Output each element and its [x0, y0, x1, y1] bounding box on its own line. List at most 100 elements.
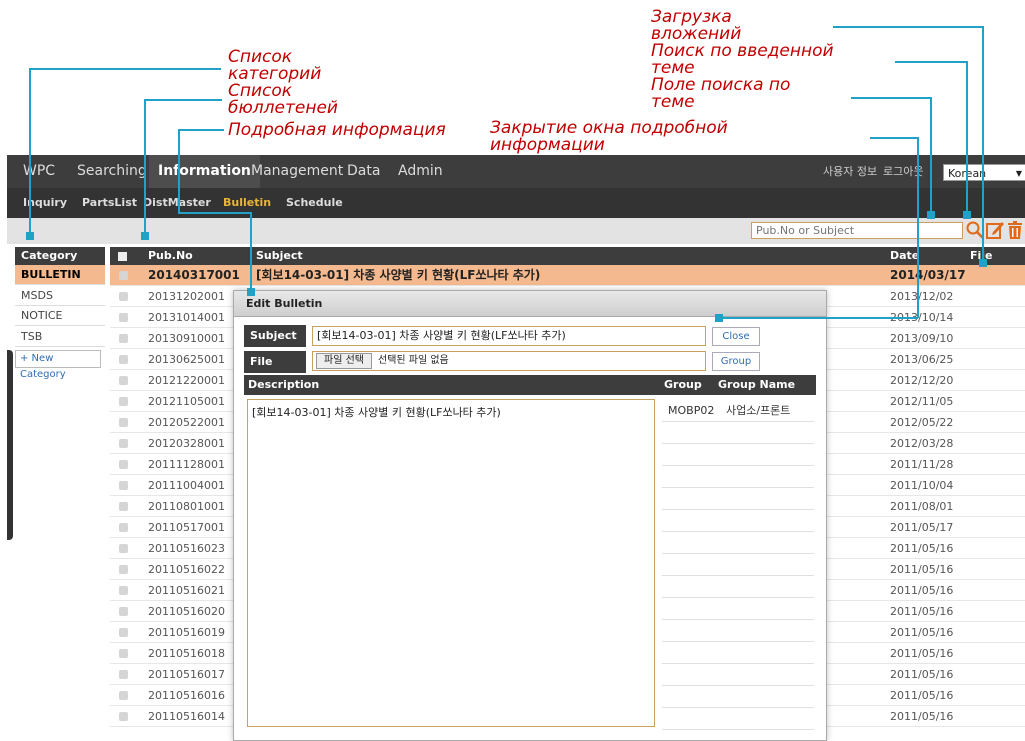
group-row: [662, 686, 814, 708]
group-row: [662, 422, 814, 444]
row-pub-no: 20110516019: [148, 626, 225, 639]
sidebar-handle[interactable]: [7, 350, 13, 540]
category-item-msds[interactable]: MSDS: [15, 286, 105, 306]
group-row: [662, 554, 814, 576]
user-info-link[interactable]: 사용자 정보: [823, 155, 877, 188]
nav-wpc[interactable]: WPC: [23, 155, 55, 188]
category-item-tsb[interactable]: TSB: [15, 327, 105, 347]
row-checkbox[interactable]: [119, 523, 128, 532]
row-checkbox[interactable]: [119, 334, 128, 343]
chevron-down-icon: ▼: [1015, 169, 1022, 178]
nav-data[interactable]: Data: [347, 155, 380, 188]
callout-dot: [963, 211, 971, 219]
file-label: File: [244, 351, 306, 373]
nav-information[interactable]: Information: [149, 155, 260, 188]
row-checkbox[interactable]: [119, 397, 128, 406]
row-pub-no: 20131014001: [148, 311, 225, 324]
row-pub-no: 20110516016: [148, 689, 225, 702]
callout-line: [982, 26, 984, 262]
row-pub-no: 20120522001: [148, 416, 225, 429]
file-status-text: 선택된 파일 없음: [378, 355, 449, 366]
trash-icon[interactable]: [1005, 220, 1025, 240]
subnav-partslist[interactable]: PartsList: [82, 188, 137, 218]
new-category-button[interactable]: + New Category: [15, 350, 101, 380]
table-row[interactable]: 20140317001 [회보14-03-01] 차종 사양별 키 현황(LF쏘나…: [110, 265, 1025, 286]
close-button[interactable]: Close: [712, 327, 760, 346]
row-checkbox[interactable]: [119, 460, 128, 469]
row-date: 2012/05/22: [890, 416, 954, 429]
sub-navigation: Inquiry PartsList DistMaster Bulletin Sc…: [7, 188, 1025, 218]
file-choose-button[interactable]: 파일 선택: [316, 353, 372, 369]
row-checkbox[interactable]: [119, 439, 128, 448]
row-pub-no: 20111004001: [148, 479, 225, 492]
callout-dot: [715, 314, 723, 322]
callout-line: [144, 99, 222, 101]
row-pub-no: 20130625001: [148, 353, 225, 366]
group-row: [662, 642, 814, 664]
row-date: 2012/11/05: [890, 395, 954, 408]
callout-line: [718, 317, 918, 319]
row-checkbox[interactable]: [119, 607, 128, 616]
row-date: 2011/05/16: [890, 605, 954, 618]
edit-bulletin-dialog: Edit Bulletin Subject [회보14-03-01] 차종 사양…: [233, 290, 827, 741]
row-checkbox[interactable]: [119, 502, 128, 511]
row-checkbox[interactable]: [119, 544, 128, 553]
callout-attachment-upload: Загрузка вложений: [651, 7, 742, 44]
row-checkbox[interactable]: [119, 670, 128, 679]
language-select[interactable]: Korean ▼: [943, 164, 1025, 181]
group-row: [662, 620, 814, 642]
select-all-checkbox[interactable]: [118, 252, 127, 261]
subnav-schedule[interactable]: Schedule: [286, 188, 343, 218]
row-checkbox[interactable]: [119, 376, 128, 385]
callout-line: [29, 68, 221, 70]
callout-line: [870, 137, 918, 139]
row-pub-no: 20140317001: [148, 268, 240, 282]
callout-bulletin-list: Список бюллетеней: [228, 81, 338, 118]
row-checkbox[interactable]: [119, 292, 128, 301]
callout-line: [144, 99, 146, 235]
dialog-title: Edit Bulletin: [234, 291, 826, 317]
row-pub-no: 20110516021: [148, 584, 225, 597]
row-pub-no: 20110516017: [148, 668, 225, 681]
row-date: 2011/11/28: [890, 458, 954, 471]
nav-searching[interactable]: Searching: [77, 155, 147, 188]
row-checkbox[interactable]: [119, 418, 128, 427]
description-textarea[interactable]: [회보14-03-01] 차종 사양별 키 현황(LF쏘나타 추가): [247, 399, 655, 727]
callout-line: [178, 129, 180, 213]
row-date: 2013/06/25: [890, 353, 954, 366]
group-button[interactable]: Group: [712, 352, 760, 371]
row-date: 2011/05/16: [890, 710, 954, 723]
edit-icon[interactable]: [985, 220, 1005, 240]
nav-admin[interactable]: Admin: [398, 155, 443, 188]
row-checkbox[interactable]: [119, 691, 128, 700]
group-row: [662, 466, 814, 488]
category-header: Category: [15, 247, 105, 265]
callout-category-list: Список категорий: [228, 47, 322, 84]
subject-label: Subject: [244, 325, 306, 347]
row-checkbox[interactable]: [119, 712, 128, 721]
group-row[interactable]: MOBP02 사업소/프론트: [662, 400, 814, 422]
row-checkbox[interactable]: [119, 628, 128, 637]
category-item-bulletin[interactable]: BULLETIN: [15, 265, 105, 285]
row-checkbox[interactable]: [119, 565, 128, 574]
row-checkbox[interactable]: [119, 649, 128, 658]
category-item-notice[interactable]: NOTICE: [15, 306, 105, 326]
row-checkbox[interactable]: [119, 355, 128, 364]
row-date: 2011/10/04: [890, 479, 954, 492]
group-row: [662, 664, 814, 686]
subject-search-input[interactable]: [751, 222, 963, 239]
row-checkbox[interactable]: [119, 271, 128, 280]
row-pub-no: 20110516014: [148, 710, 225, 723]
row-pub-no: 20110801001: [148, 500, 225, 513]
row-pub-no: 20110516020: [148, 605, 225, 618]
top-navigation: WPC Searching Information Management Dat…: [7, 155, 1025, 188]
row-checkbox[interactable]: [119, 586, 128, 595]
row-checkbox[interactable]: [119, 481, 128, 490]
row-pub-no: 20121105001: [148, 395, 225, 408]
row-date: 2011/05/17: [890, 521, 954, 534]
group-name: 사업소/프론트: [726, 404, 791, 417]
nav-management[interactable]: Management: [251, 155, 343, 188]
row-pub-no: 20111128001: [148, 458, 225, 471]
subject-field[interactable]: [회보14-03-01] 차종 사양별 키 현황(LF쏘나타 추가): [312, 326, 706, 346]
row-checkbox[interactable]: [119, 313, 128, 322]
